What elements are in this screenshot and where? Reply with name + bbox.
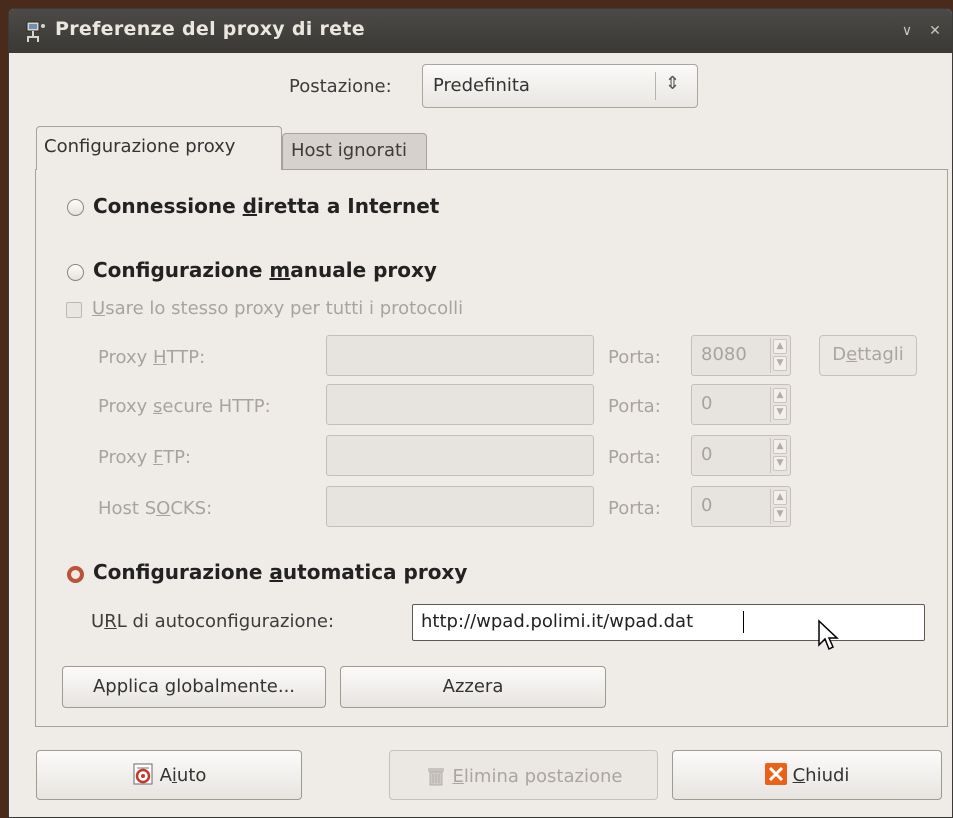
- apply-globally-button[interactable]: Applica globalmente...: [62, 666, 326, 708]
- socks-host-label: Host SOCKS:: [98, 498, 213, 519]
- close-icon: ✕: [929, 23, 941, 39]
- reset-button[interactable]: Azzera: [340, 666, 606, 708]
- manual-proxy-label[interactable]: Configurazione manuale proxy: [93, 258, 437, 282]
- close-icon: [764, 763, 787, 785]
- chevron-down-icon: ∨: [901, 23, 913, 39]
- spin-up-icon[interactable]: ▲: [773, 439, 787, 454]
- direct-connection-radio[interactable]: [67, 199, 84, 216]
- http-port-label: Porta:: [608, 347, 661, 368]
- http-port-value: 8080: [701, 344, 747, 365]
- details-button[interactable]: Dettagli: [819, 335, 917, 376]
- spin-down-icon[interactable]: ▼: [773, 456, 787, 471]
- location-label: Postazione:: [289, 76, 392, 97]
- spinner-buttons: ▲ ▼: [770, 338, 788, 373]
- auto-proxy-label[interactable]: Configurazione automatica proxy: [93, 560, 467, 584]
- secure-http-port-value: 0: [701, 393, 713, 414]
- location-combo[interactable]: Predefinita ⇕: [422, 64, 698, 108]
- window-menu-button[interactable]: ∨: [896, 21, 918, 41]
- socks-host-input[interactable]: [326, 486, 594, 527]
- ftp-proxy-input[interactable]: [326, 435, 594, 476]
- close-window-button[interactable]: ✕: [924, 21, 946, 41]
- tab-label: Configurazione proxy: [44, 136, 236, 157]
- window-title: Preferenze del proxy di rete: [55, 18, 365, 40]
- socks-port-label: Porta:: [608, 498, 661, 519]
- help-icon: [133, 763, 153, 785]
- spinner-buttons: ▲ ▼: [770, 489, 788, 524]
- mouse-pointer-icon: [818, 619, 839, 651]
- spinner-buttons: ▲ ▼: [770, 438, 788, 473]
- autoconfig-url-value: http://wpad.polimi.it/wpad.dat: [421, 611, 694, 632]
- tab-configurazione-proxy[interactable]: Configurazione proxy: [36, 126, 282, 170]
- up-down-arrows-icon: ⇕: [665, 73, 681, 94]
- spin-down-icon[interactable]: ▼: [773, 507, 787, 522]
- trash-icon: [427, 768, 444, 786]
- socks-port-spinner[interactable]: 0 ▲ ▼: [691, 486, 791, 527]
- http-port-spinner[interactable]: 8080 ▲ ▼: [691, 335, 791, 376]
- tab-host-ignorati[interactable]: Host ignorati: [282, 133, 427, 170]
- autoconfig-url-label: URL di autoconfigurazione:: [91, 611, 335, 632]
- autoconfig-url-input[interactable]: http://wpad.polimi.it/wpad.dat: [412, 604, 925, 641]
- title-bar[interactable]: Preferenze del proxy di rete ∨ ✕: [9, 9, 952, 53]
- spinner-buttons: ▲ ▼: [770, 387, 788, 422]
- ftp-port-value: 0: [701, 444, 713, 465]
- delete-location-button[interactable]: Elimina postazione: [389, 750, 658, 800]
- manual-proxy-radio[interactable]: [67, 264, 84, 281]
- secure-http-proxy-input[interactable]: [326, 384, 594, 425]
- secure-http-proxy-label: Proxy secure HTTP:: [98, 396, 271, 417]
- ftp-port-label: Porta:: [608, 447, 661, 468]
- secure-http-port-spinner[interactable]: 0 ▲ ▼: [691, 384, 791, 425]
- proxy-preferences-window: Preferenze del proxy di rete ∨ ✕ Postazi…: [8, 8, 953, 818]
- http-proxy-input[interactable]: [326, 335, 594, 376]
- ftp-proxy-label: Proxy FTP:: [98, 447, 191, 468]
- spin-down-icon[interactable]: ▼: [773, 405, 787, 420]
- close-button[interactable]: Chiudi: [672, 750, 942, 800]
- socks-port-value: 0: [701, 495, 713, 516]
- spin-up-icon[interactable]: ▲: [773, 490, 787, 505]
- text-caret: [743, 611, 744, 633]
- tab-label: Host ignorati: [291, 140, 408, 161]
- same-proxy-label[interactable]: Usare lo stesso proxy per tutti i protoc…: [92, 298, 463, 319]
- auto-proxy-radio[interactable]: [67, 566, 84, 583]
- secure-http-port-label: Porta:: [608, 396, 661, 417]
- http-proxy-label: Proxy HTTP:: [98, 347, 206, 368]
- network-proxy-icon: [26, 21, 45, 42]
- direct-connection-label[interactable]: Connessione diretta a Internet: [93, 194, 439, 218]
- combo-separator: [655, 72, 656, 100]
- ftp-port-spinner[interactable]: 0 ▲ ▼: [691, 435, 791, 476]
- spin-up-icon[interactable]: ▲: [773, 388, 787, 403]
- spin-down-icon[interactable]: ▼: [773, 356, 787, 371]
- same-proxy-checkbox[interactable]: [66, 302, 82, 318]
- spin-up-icon[interactable]: ▲: [773, 339, 787, 354]
- location-value: Predefinita: [433, 75, 530, 96]
- help-button[interactable]: Aiuto: [36, 750, 302, 800]
